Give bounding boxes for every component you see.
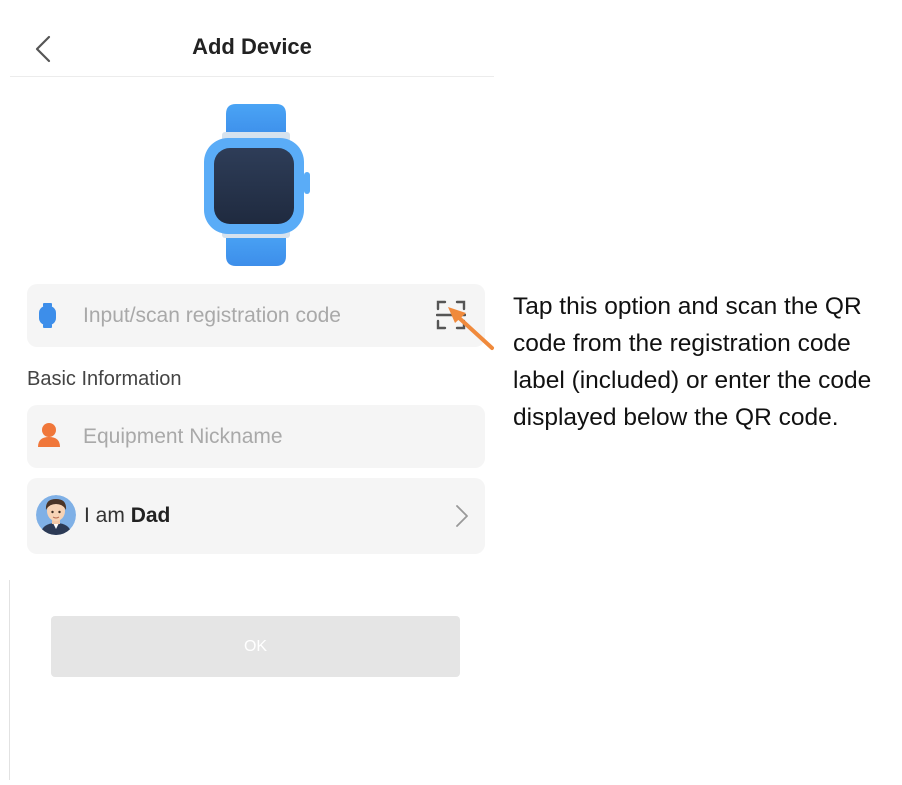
header-bar: Add Device [10,18,494,77]
smartwatch-icon [204,104,310,266]
annotation-text: Tap this option and scan the QR code fro… [513,293,872,431]
registration-code-placeholder: Input/scan registration code [83,303,341,327]
watch-dot-icon [39,303,56,328]
page-title: Add Device [192,34,312,59]
chevron-right-icon [456,505,468,527]
ok-button[interactable]: OK [51,616,460,677]
left-border [9,580,10,780]
registration-code-field[interactable]: Input/scan registration code [27,284,485,347]
person-icon [38,423,60,447]
equipment-nickname-field[interactable]: Equipment Nickname [27,405,485,468]
annotation-arrow-icon [448,307,494,350]
role-label: I am Dad [84,504,170,528]
role-prefix: I am [84,504,125,527]
role-selector[interactable]: I am Dad [27,478,485,554]
basic-information-heading: Basic Information [27,368,182,390]
role-value: Dad [130,504,171,527]
add-device-page: Add Device Input/scan registration code … [0,0,902,785]
avatar-dad [36,495,76,535]
equipment-nickname-placeholder: Equipment Nickname [83,424,283,448]
